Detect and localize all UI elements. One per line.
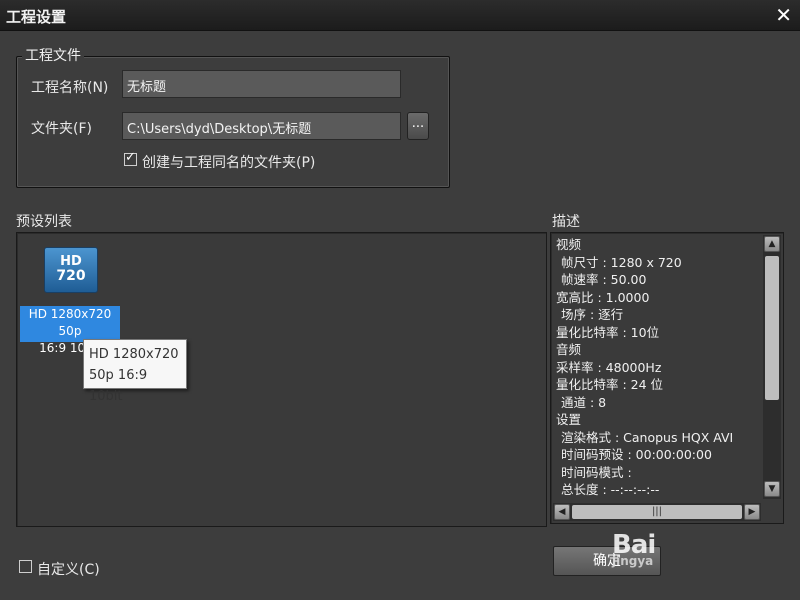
desc-line: 设置 [556, 412, 582, 427]
scroll-down-icon[interactable]: ▼ [764, 481, 780, 497]
custom-label[interactable]: 自定义(C) [37, 559, 100, 579]
preset-tooltip: HD 1280x720 50p 16:9 10bit [83, 339, 187, 404]
desc-line: 场序 : 逐行 [561, 307, 624, 322]
folder-label: 文件夹(F) [31, 121, 92, 137]
desc-line: 采样率 : 48000Hz [556, 359, 662, 375]
scroll-left-icon[interactable]: ◀ [554, 504, 570, 520]
project-name-input[interactable]: 无标题 [122, 70, 401, 98]
description-label: 描述 [552, 214, 580, 230]
desc-line: 帧速率 : 50.00 [561, 272, 647, 287]
desc-line: 帧尺寸 : 1280 x 720 [561, 254, 682, 270]
title-bar: 工程设置 ✕ [0, 0, 800, 31]
desc-line: 音频 [556, 342, 582, 357]
desc-line: 时间码模式 : [561, 464, 632, 480]
desc-line: 总长度 : --:--:--:-- [561, 482, 660, 497]
folder-path-input[interactable]: C:\Users\dyd\Desktop\无标题 [122, 112, 401, 140]
browse-button[interactable]: ... [407, 112, 429, 140]
hd-720-icon[interactable]: HD 720 [44, 247, 98, 293]
desc-line: 视频 [556, 237, 582, 252]
watermark-line2: jingya [612, 554, 654, 568]
close-icon[interactable]: ✕ [775, 3, 792, 27]
project-file-group-title: 工程文件 [22, 45, 84, 65]
preset-item-line1: HD 1280x720 50p [28, 307, 112, 338]
tooltip-line1: HD 1280x720 [89, 347, 179, 362]
vertical-scroll-thumb[interactable] [765, 256, 779, 400]
baidu-watermark: Bai jingya [612, 530, 656, 568]
hd-icon-text: HD [60, 254, 82, 269]
project-name-label: 工程名称(N) [31, 80, 109, 96]
desc-line: 量化比特率 : 10位 [556, 324, 660, 340]
tooltip-line2: 50p 16:9 10bit [89, 368, 148, 404]
desc-line: 时间码预设 : 00:00:00:00 [561, 447, 712, 462]
hd-icon-resolution: 720 [56, 268, 86, 284]
desc-line: 宽高比 : 1.0000 [556, 289, 650, 305]
preset-list-label: 预设列表 [16, 214, 72, 230]
preset-item-label[interactable]: HD 1280x720 50p 16:9 10bit [20, 306, 120, 355]
checkmark-icon: ✓ [125, 150, 136, 165]
scroll-right-icon[interactable]: ▶ [744, 504, 760, 520]
create-folder-label[interactable]: 创建与工程同名的文件夹(P) [142, 152, 315, 172]
desc-line: 渲染格式 : Canopus HQX AVI [561, 429, 734, 445]
scroll-up-icon[interactable]: ▲ [764, 236, 780, 252]
desc-line: 量化比特率 : 24 位 [556, 377, 664, 392]
description-text: 视频 帧尺寸 : 1280 x 720 帧速率 : 50.00 宽高比 : 1.… [556, 236, 761, 498]
custom-checkbox[interactable] [19, 560, 32, 573]
create-folder-checkbox[interactable]: ✓ [124, 150, 137, 166]
window-title: 工程设置 [6, 8, 67, 26]
horizontal-scroll-thumb[interactable]: ||| [572, 505, 742, 519]
desc-line: 通道 : 8 [561, 394, 607, 410]
